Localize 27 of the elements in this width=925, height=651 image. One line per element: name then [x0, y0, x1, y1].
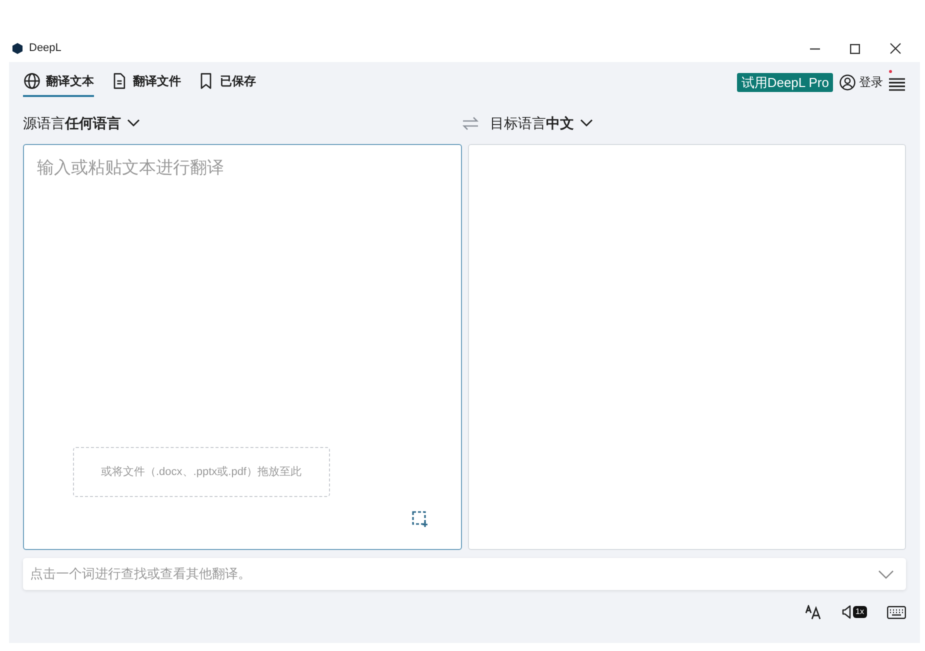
tab[interactable]: 已保存	[197, 67, 256, 97]
speed-badge[interactable]: 1x	[852, 606, 867, 618]
target-language-selector[interactable]: 目标语言中文	[490, 112, 574, 134]
try-pro-button[interactable]: 试用DeepL Pro	[737, 72, 833, 92]
window-title: DeepL	[29, 41, 62, 56]
chevron-down-icon	[580, 119, 593, 127]
dictionary-placeholder: 点击一个词进行查找或查看其他翻译。	[30, 565, 252, 584]
maximize-icon	[850, 44, 860, 54]
login-button[interactable]: 登录	[839, 73, 883, 91]
menu-icon	[889, 78, 905, 91]
app-logo-icon	[12, 43, 23, 54]
keyboard-icon[interactable]	[887, 606, 906, 618]
font-size-icon[interactable]	[804, 604, 822, 620]
tab[interactable]: 翻译文件	[110, 67, 181, 97]
chevron-down-icon[interactable]	[878, 570, 894, 578]
screen-capture-icon[interactable]	[412, 511, 428, 527]
user-icon	[839, 74, 856, 90]
speaker-icon[interactable]	[842, 605, 851, 619]
drop-hint: 或将文件（.docx、.pptx或.pdf）拖放至此	[101, 464, 302, 480]
globe-icon	[23, 72, 41, 90]
menu-button[interactable]	[889, 73, 906, 91]
source-language-selector[interactable]: 源语言任何语言	[23, 112, 121, 134]
chevron-down-icon	[127, 119, 140, 127]
close-icon	[890, 43, 900, 54]
tab[interactable]: 翻译文本	[23, 67, 94, 97]
minimize-icon	[810, 48, 820, 50]
swap-icon[interactable]	[462, 116, 479, 130]
